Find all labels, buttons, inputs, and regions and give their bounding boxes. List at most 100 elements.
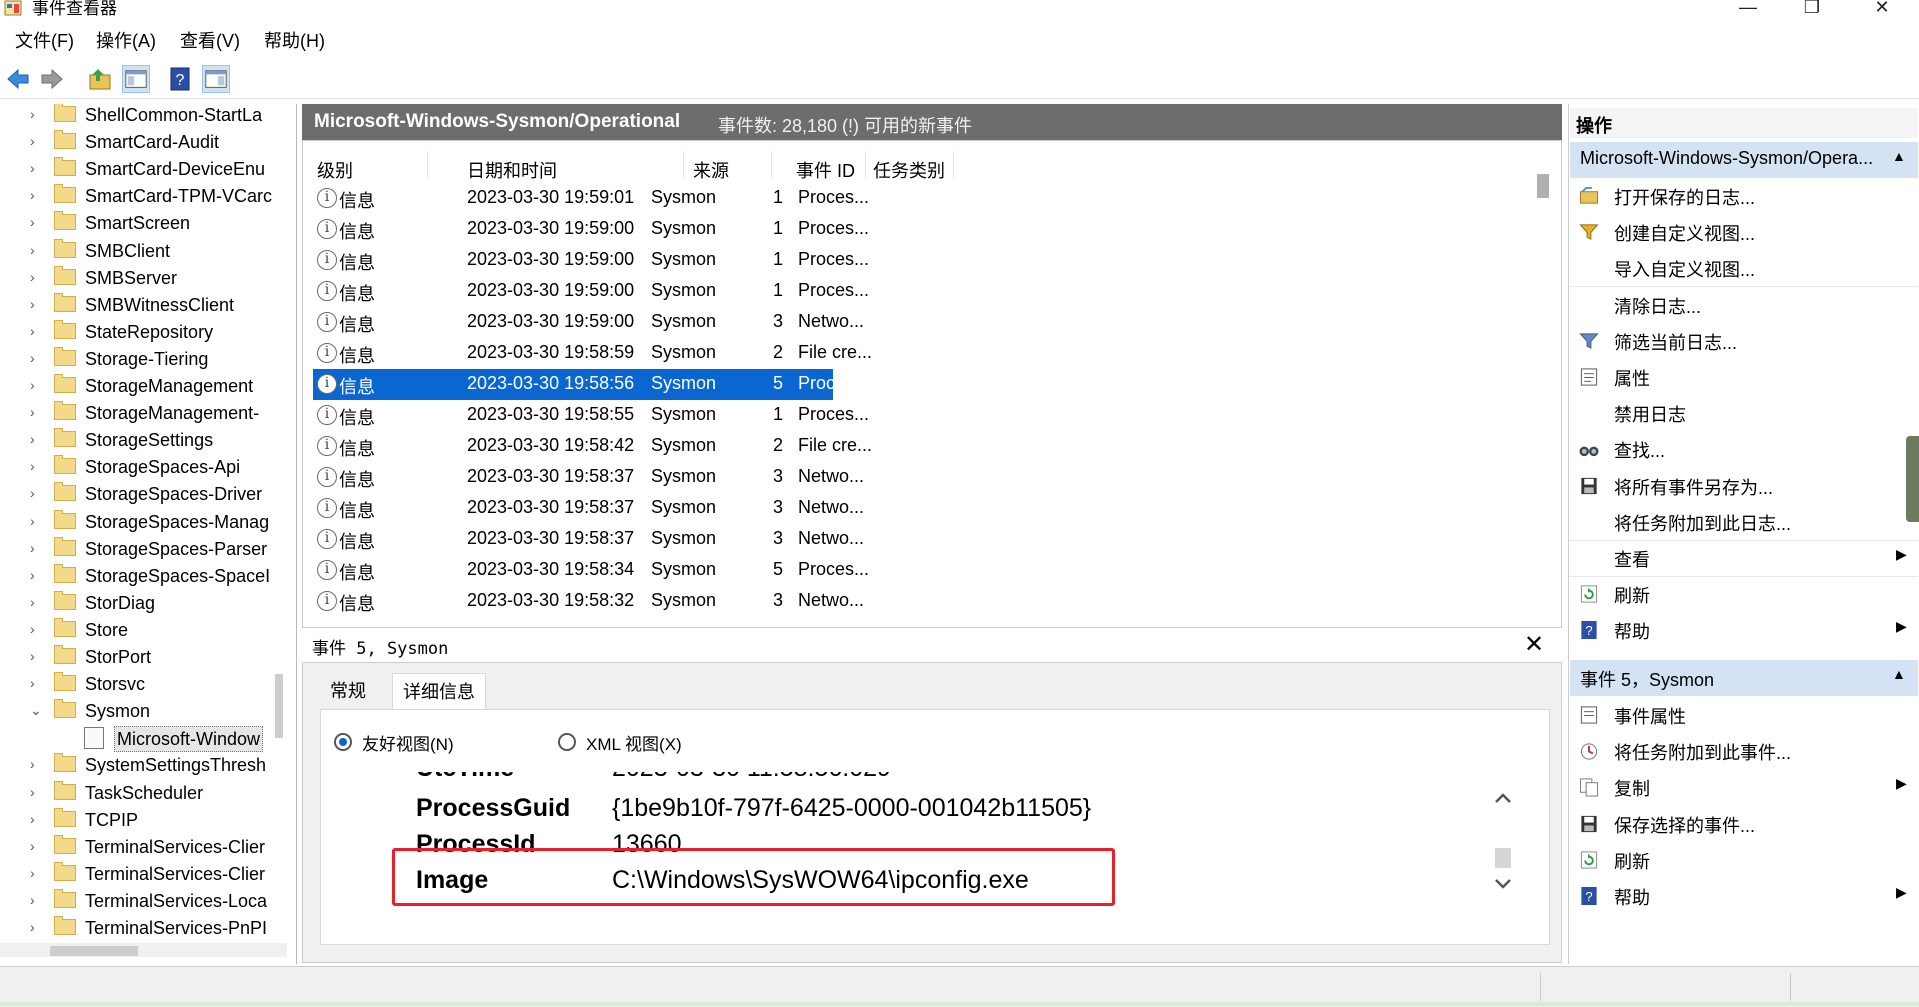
- tree-horizontal-scrollbar[interactable]: [0, 943, 287, 957]
- event-row[interactable]: i 信息 2023-03-30 19:58:37 Sysmon 3 Netwo...: [313, 524, 864, 555]
- tree-item[interactable]: › SmartCard-DeviceEnu: [0, 156, 270, 183]
- event-row[interactable]: i 信息 2023-03-30 19:58:32 Sysmon 3 Netwo...: [313, 586, 864, 617]
- column-divider[interactable]: [427, 151, 428, 179]
- column-divider[interactable]: [865, 151, 866, 179]
- action-item[interactable]: 将任务附加到此事件...: [1570, 733, 1918, 769]
- column-divider[interactable]: [953, 151, 954, 179]
- expand-chevron-icon[interactable]: ›: [30, 567, 35, 583]
- expand-chevron-icon[interactable]: ›: [30, 838, 35, 854]
- show-console-tree-icon[interactable]: [122, 65, 150, 93]
- expand-chevron-icon[interactable]: ›: [30, 648, 35, 664]
- tree-item[interactable]: › StorPort: [0, 644, 270, 671]
- event-row[interactable]: i 信息 2023-03-30 19:58:34 Sysmon 5 Proces...: [313, 555, 869, 586]
- tree-item[interactable]: › Storsvc: [0, 671, 270, 698]
- tree-item[interactable]: › TerminalServices-Clier: [0, 834, 270, 861]
- close-detail-icon[interactable]: ✕: [1524, 630, 1544, 659]
- event-row[interactable]: i 信息 2023-03-30 19:58:55 Sysmon 1 Proces...: [313, 400, 869, 431]
- tree-vertical-scrollbar[interactable]: [272, 104, 286, 934]
- collapse-caret-icon[interactable]: ▲: [1892, 148, 1906, 164]
- tree-item[interactable]: › StorDiag: [0, 590, 270, 617]
- expand-chevron-icon[interactable]: ›: [30, 160, 35, 176]
- action-item[interactable]: ? 帮助 ▶: [1570, 878, 1918, 914]
- actions-section-event[interactable]: 事件 5，Sysmon ▲: [1570, 660, 1918, 696]
- friendly-view-radio[interactable]: [334, 733, 352, 751]
- tree-item[interactable]: › StorageSpaces-Manag: [0, 509, 270, 536]
- event-row[interactable]: i 信息 2023-03-30 19:58:59 Sysmon 2 File cre...: [313, 338, 872, 369]
- event-row[interactable]: i 信息 2023-03-30 19:59:00 Sysmon 3 Netwo...: [313, 307, 864, 338]
- tree-item[interactable]: › StateRepository: [0, 319, 270, 346]
- forward-arrow-icon[interactable]: [38, 65, 66, 93]
- expand-chevron-icon[interactable]: ›: [30, 621, 35, 637]
- event-row[interactable]: i 信息 2023-03-30 19:59:00 Sysmon 1 Proces...: [313, 214, 869, 245]
- tree-item[interactable]: › SMBClient: [0, 238, 270, 265]
- expand-chevron-icon[interactable]: ›: [30, 269, 35, 285]
- xml-view-label[interactable]: XML 视图(X): [586, 730, 682, 755]
- event-row[interactable]: i 信息 2023-03-30 19:58:37 Sysmon 3 Netwo...: [313, 462, 864, 493]
- event-row-selected[interactable]: i 信息 2023-03-30 19:58:56 Sysmon 5 Proces...: [313, 369, 869, 400]
- folder-up-icon[interactable]: [86, 65, 114, 93]
- help-icon[interactable]: ?: [166, 65, 194, 93]
- friendly-view-label[interactable]: 友好视图(N): [362, 730, 454, 755]
- action-item[interactable]: 保存选择的事件...: [1570, 806, 1918, 842]
- col-level[interactable]: 级别: [317, 157, 353, 183]
- expand-chevron-icon[interactable]: ›: [30, 106, 35, 122]
- show-action-pane-icon[interactable]: [202, 65, 230, 93]
- expand-chevron-icon[interactable]: ›: [30, 350, 35, 366]
- expand-chevron-icon[interactable]: ›: [30, 404, 35, 420]
- expand-chevron-icon[interactable]: ›: [30, 892, 35, 908]
- action-item[interactable]: 打开保存的日志...: [1570, 178, 1918, 214]
- expand-chevron-icon[interactable]: ›: [30, 513, 35, 529]
- action-item[interactable]: 事件属性: [1570, 697, 1918, 733]
- action-item[interactable]: 将所有事件另存为...: [1570, 468, 1918, 504]
- xml-view-radio[interactable]: [558, 733, 576, 751]
- tree-item[interactable]: › StorageSpaces-Api: [0, 454, 270, 481]
- expand-chevron-icon[interactable]: ›: [30, 242, 35, 258]
- event-list-scroll-thumb[interactable]: [1537, 174, 1549, 198]
- expand-chevron-icon[interactable]: ›: [30, 214, 35, 230]
- tree-item[interactable]: › SmartCard-TPM-VCarc: [0, 183, 272, 210]
- detail-scrollbar[interactable]: [1490, 785, 1516, 915]
- action-item[interactable]: 查看 ▶: [1570, 540, 1918, 577]
- tree-item[interactable]: › Store: [0, 617, 270, 644]
- action-item[interactable]: 创建自定义视图...: [1570, 214, 1918, 250]
- tree-item[interactable]: › SmartScreen: [0, 210, 270, 237]
- tree-item[interactable]: › ShellCommon-StartLa: [0, 104, 270, 129]
- tree-hscroll-thumb[interactable]: [50, 946, 138, 956]
- event-row[interactable]: i 信息 2023-03-30 19:58:37 Sysmon 3 Netwo...: [313, 493, 864, 524]
- tree-item-selected-log[interactable]: Microsoft-Window: [0, 725, 270, 753]
- expand-chevron-icon[interactable]: ›: [30, 594, 35, 610]
- event-row[interactable]: i 信息 2023-03-30 19:59:00 Sysmon 1 Proces...: [313, 276, 869, 307]
- expand-chevron-icon[interactable]: ›: [30, 811, 35, 827]
- menu-action[interactable]: 操作(A): [96, 30, 156, 52]
- tree-item[interactable]: › StorageManagement-: [0, 400, 270, 427]
- actions-section-log[interactable]: Microsoft-Windows-Sysmon/Opera... ▲: [1570, 142, 1918, 178]
- action-item[interactable]: 属性: [1570, 359, 1918, 395]
- expand-chevron-icon[interactable]: ›: [30, 187, 35, 203]
- expand-chevron-icon[interactable]: ›: [30, 458, 35, 474]
- col-event-id[interactable]: 事件 ID: [796, 157, 855, 183]
- expand-chevron-icon[interactable]: ›: [30, 485, 35, 501]
- tree-item[interactable]: › StorageSpaces-Driver: [0, 481, 270, 508]
- tree-item[interactable]: › SystemSettingsThresh: [0, 752, 270, 779]
- tab-general[interactable]: 常规: [320, 673, 376, 709]
- tree-item[interactable]: › SMBWitnessClient: [0, 292, 270, 319]
- tree-item[interactable]: › StorageSpaces-Parser: [0, 536, 270, 563]
- tree-item[interactable]: › TerminalServices-Clier: [0, 861, 270, 888]
- action-item[interactable]: 将任务附加到此日志...: [1570, 504, 1918, 541]
- expand-chevron-icon[interactable]: ›: [30, 133, 35, 149]
- col-task-category[interactable]: 任务类别: [873, 157, 945, 183]
- action-item[interactable]: 刷新: [1570, 576, 1918, 612]
- event-row[interactable]: i 信息 2023-03-30 19:59:00 Sysmon 1 Proces...: [313, 245, 869, 276]
- expand-chevron-icon[interactable]: ›: [30, 431, 35, 447]
- tree-item[interactable]: › StorageSettings: [0, 427, 270, 454]
- expand-chevron-icon[interactable]: ›: [30, 540, 35, 556]
- expand-chevron-icon[interactable]: ›: [30, 296, 35, 312]
- col-source[interactable]: 来源: [693, 157, 729, 183]
- action-item[interactable]: 导入自定义视图...: [1570, 250, 1918, 288]
- expand-chevron-icon[interactable]: ›: [30, 377, 35, 393]
- menu-file[interactable]: 文件(F): [15, 30, 74, 52]
- action-item[interactable]: 复制 ▶: [1570, 769, 1918, 805]
- tree-item[interactable]: ⌄ Sysmon: [0, 698, 270, 725]
- action-item[interactable]: 禁用日志: [1570, 395, 1918, 431]
- action-item[interactable]: ? 帮助 ▶: [1570, 612, 1918, 648]
